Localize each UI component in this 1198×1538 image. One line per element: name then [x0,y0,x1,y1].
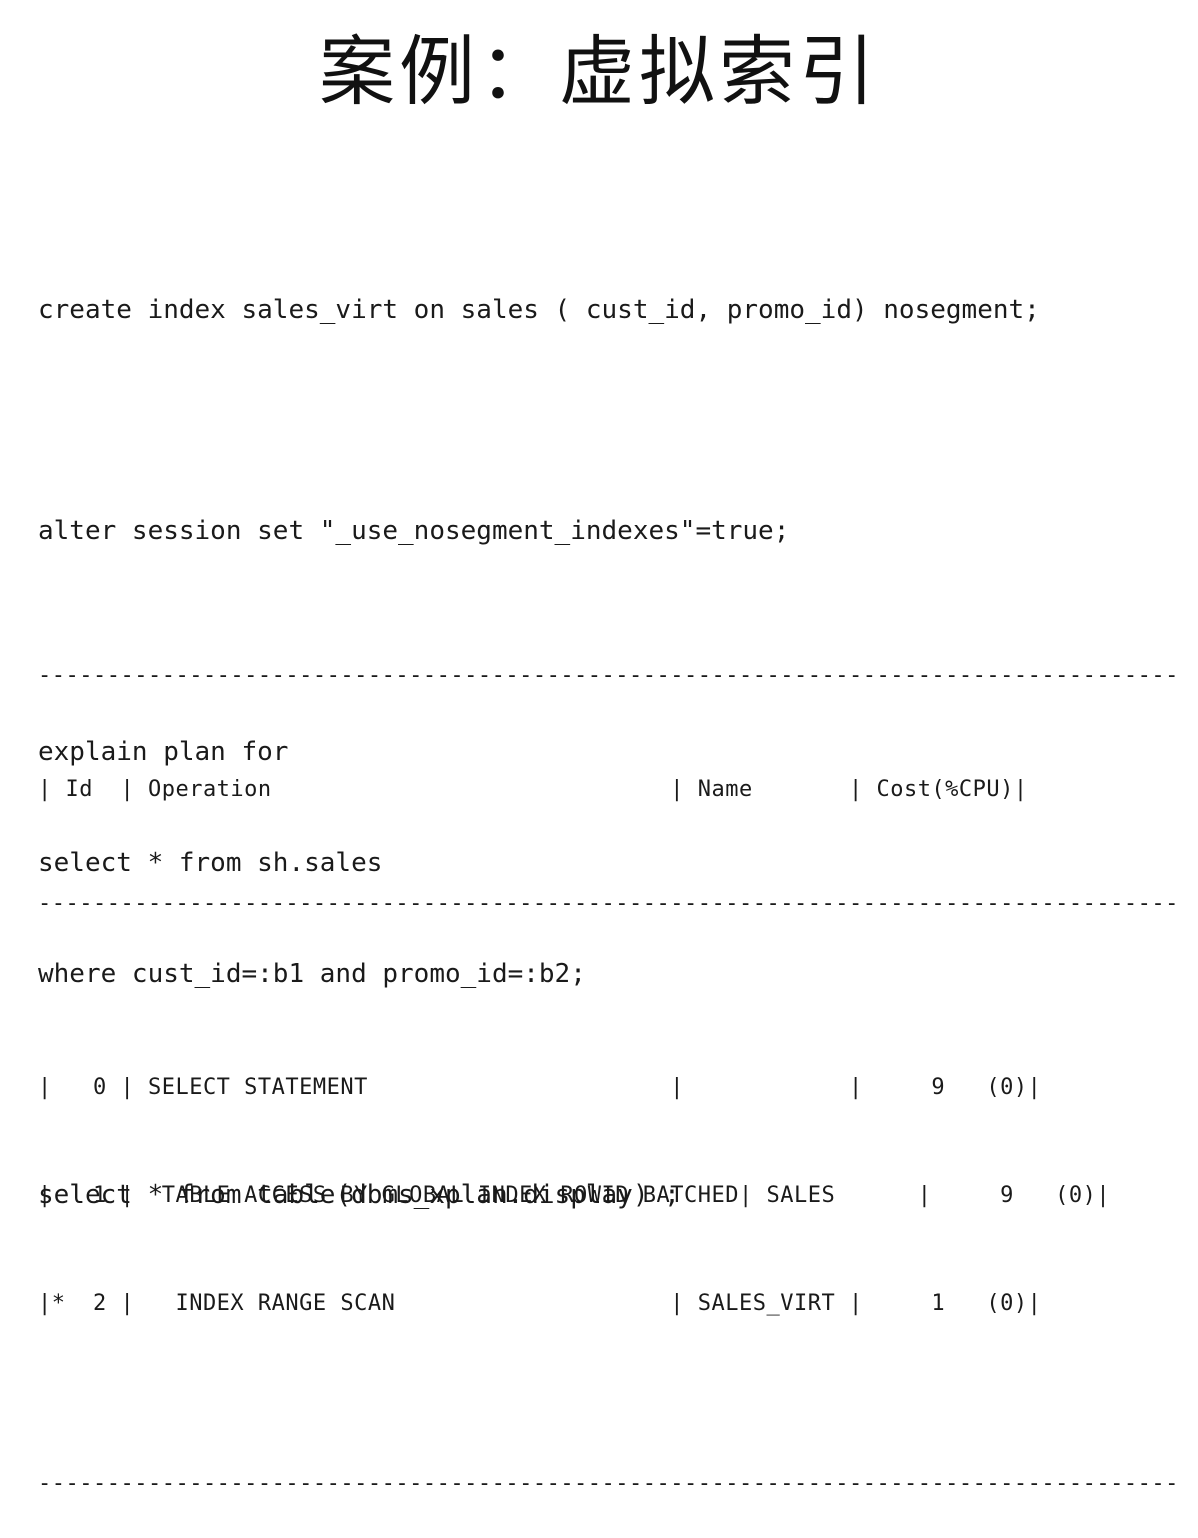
plan-rows: | 0 | SELECT STATEMENT | | 9 (0)| | 1 | … [38,998,1188,1394]
plan-rule-top: ----------------------------------------… [38,663,1179,688]
plan-header-row: | Id | Operation | Name | Cost(%CPU)| [38,777,1028,802]
slide-title: 案例：虚拟索引 [319,27,879,116]
plan-rule-middle: ----------------------------------------… [38,891,1179,916]
code-line-create-index: create index sales_virt on sales ( cust_… [38,295,1040,325]
execution-plan-table: ----------------------------------------… [38,586,1188,1538]
plan-rule-bottom: ----------------------------------------… [38,1471,1179,1496]
code-line-alter-session: alter session set "_use_nosegment_indexe… [38,516,790,546]
plan-row: | 0 | SELECT STATEMENT | | 9 (0)| [38,1075,1042,1100]
plan-row: |* 2 | INDEX RANGE SCAN | SALES_VIRT | 1… [38,1291,1042,1316]
plan-row: | 1 | TABLE ACCESS BY GLOBAL INDEX ROWID… [38,1183,1111,1208]
